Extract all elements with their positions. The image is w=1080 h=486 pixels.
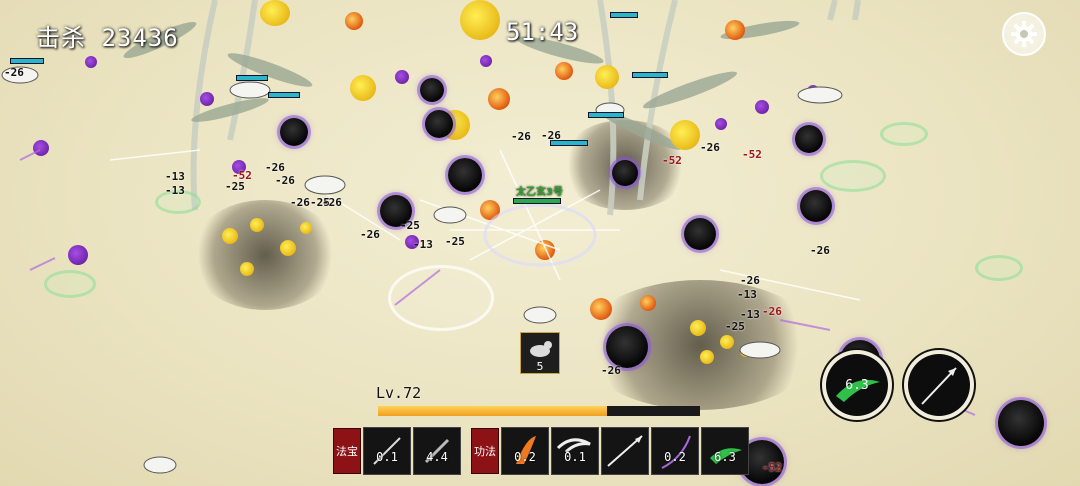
- xp-bar-fill: [378, 406, 607, 416]
- damage-number: -25: [445, 235, 465, 248]
- wolf-summon-icon: [530, 341, 552, 357]
- survival-timer: 51:43: [506, 18, 579, 46]
- skill-slot-7[interactable]: 6.3: [701, 427, 749, 475]
- spear-icon: [921, 367, 957, 405]
- skill-slot-4[interactable]: 0.1: [551, 427, 599, 475]
- enemy-hp-bar: [588, 112, 624, 118]
- skill-cooldown: 4.4: [426, 450, 448, 464]
- damage-number: -26: [601, 364, 621, 377]
- damage-number: -26: [511, 130, 531, 143]
- damage-number: -26: [265, 161, 285, 174]
- skill-slot-2[interactable]: 4.4: [413, 427, 461, 475]
- damage-number: -26: [322, 196, 342, 209]
- damage-number-crit: -26: [762, 305, 782, 318]
- settings-button[interactable]: [1002, 12, 1046, 56]
- damage-number: -26: [810, 244, 830, 257]
- summon-count: 5: [536, 360, 544, 373]
- hero-hp-bar: [513, 198, 561, 204]
- damage-number: -13: [737, 288, 757, 301]
- technique-badge-label: 功法: [474, 444, 496, 458]
- damage-number: -13: [165, 170, 185, 183]
- skill-slot-3[interactable]: 0.2: [501, 427, 549, 475]
- xp-bar: [378, 406, 700, 416]
- damage-number-crit: -52: [742, 148, 762, 161]
- damage-number: -26: [541, 129, 561, 142]
- treasure-badge-label: 法宝: [336, 444, 358, 458]
- enemy-hp-bar: [610, 12, 638, 18]
- skill-slot-1[interactable]: 0.1: [363, 427, 411, 475]
- spear-icon: [607, 435, 643, 467]
- skill-slot-5[interactable]: [601, 427, 649, 475]
- skill-bar: 法宝 0.1 4.4 功法 0.2 0.1 0.2 6.3: [333, 427, 749, 475]
- enemy-hp-bar: [268, 92, 300, 98]
- damage-number: -25: [400, 219, 420, 232]
- damage-number: -25: [725, 320, 745, 333]
- damage-number-crit: -52: [232, 169, 252, 182]
- treasure-badge: 法宝: [333, 428, 361, 474]
- damage-number-crit: -52: [662, 154, 682, 167]
- summon-slot[interactable]: 5: [520, 332, 560, 374]
- game-scene[interactable]: 太乙玄3号 -26 -13 -13 -25 -26 -52 -26 -26 -2…: [0, 0, 1080, 486]
- skill-cooldown: 6.3: [714, 450, 736, 464]
- damage-number: -26: [290, 196, 310, 209]
- enemy-hp-bar: [236, 75, 268, 81]
- damage-number: -26: [4, 66, 24, 79]
- player-level: Lv.72: [376, 384, 422, 402]
- damage-number: -26: [740, 274, 760, 287]
- skill-cooldown: 0.1: [564, 450, 586, 464]
- ultimate-skill-button-2[interactable]: [908, 354, 970, 416]
- gear-icon: [1011, 21, 1037, 47]
- damage-number: -26: [275, 174, 295, 187]
- enemy-hp-bar: [632, 72, 668, 78]
- skill-slot-6[interactable]: 0.2: [651, 427, 699, 475]
- ultimate-cooldown: 6.3: [845, 377, 869, 393]
- ultimate-skill-button-1[interactable]: 6.3: [826, 354, 888, 416]
- kill-counter: 击杀 23436: [36, 24, 179, 52]
- skill-cooldown: 0.2: [664, 450, 686, 464]
- damage-number: -26: [700, 141, 720, 154]
- damage-number-crit: -52: [762, 461, 782, 474]
- damage-number: -26: [360, 228, 380, 241]
- damage-number: -13: [413, 238, 433, 251]
- technique-badge: 功法: [471, 428, 499, 474]
- skill-cooldown: 0.2: [514, 450, 536, 464]
- hero-name: 太乙玄3号: [516, 187, 563, 198]
- skill-cooldown: 0.1: [376, 450, 398, 464]
- enemy-hp-bar: [10, 58, 44, 64]
- damage-number: -13: [165, 184, 185, 197]
